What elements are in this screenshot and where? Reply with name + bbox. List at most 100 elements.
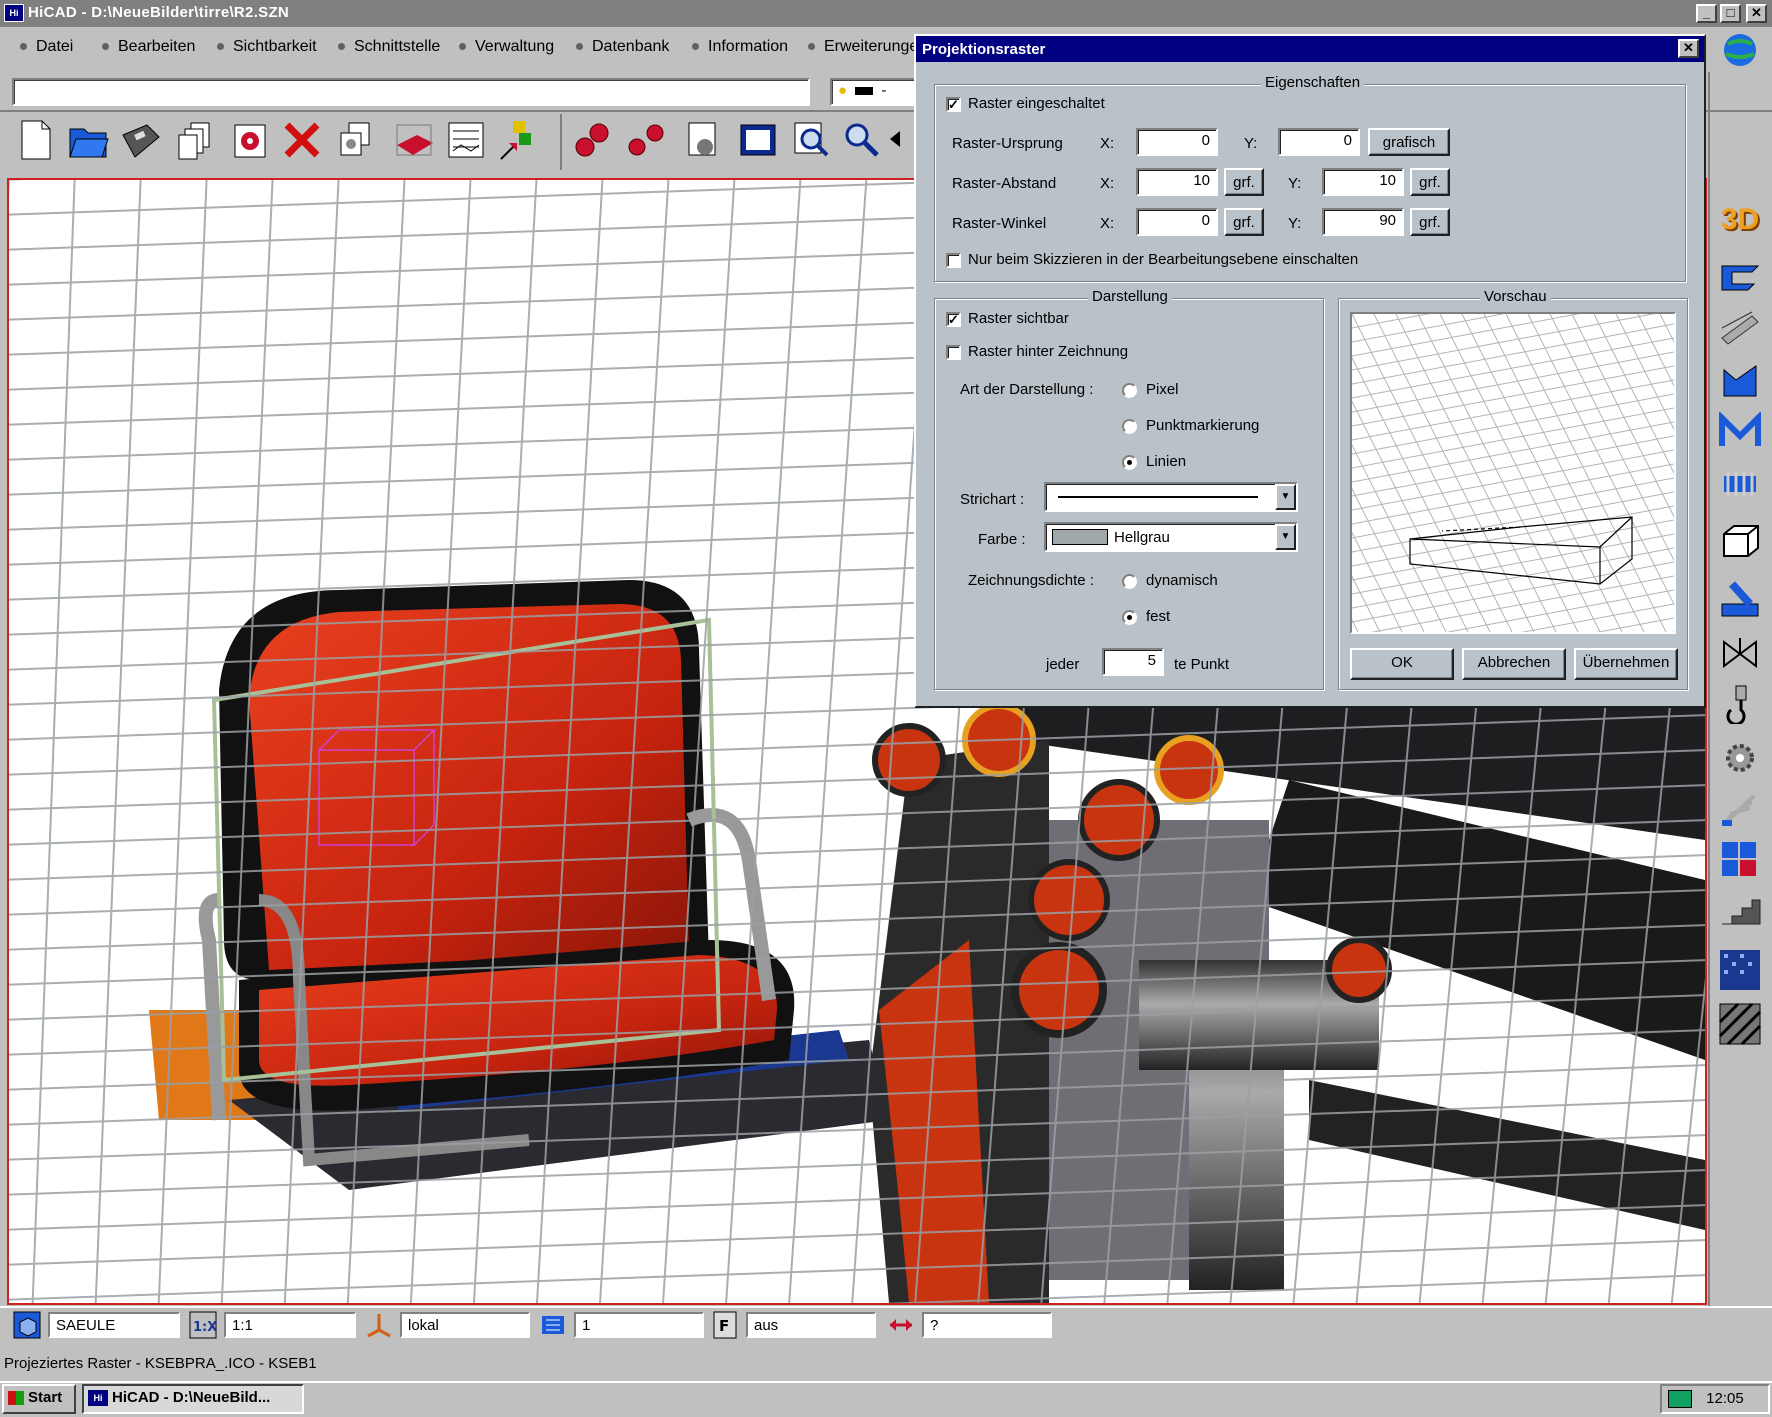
menu-information[interactable]: Information [692, 38, 788, 56]
vorschau-canvas [1350, 312, 1676, 634]
status-scale-field[interactable]: 1:1 [224, 1312, 356, 1338]
dialog-close-button[interactable]: ✕ [1678, 39, 1699, 58]
spring-icon[interactable] [1712, 460, 1768, 508]
hook-icon[interactable] [1712, 680, 1768, 728]
winkel-x-field[interactable]: 0 [1136, 208, 1218, 236]
dialog-title-bar[interactable]: Projektionsraster [916, 36, 1704, 62]
ursprung-x-field[interactable]: 0 [1136, 128, 1218, 156]
winkel-x-grf-button[interactable]: grf. [1224, 208, 1264, 236]
menu-erweiterungen[interactable]: Erweiterungen [808, 38, 927, 56]
save-disk-icon[interactable] [118, 117, 162, 163]
main-title-bar[interactable]: Hi HiCAD - D:\NeueBilder\tirre\R2.SZN _ … [0, 0, 1772, 27]
dimension-icon[interactable] [886, 1310, 916, 1340]
layer-combo[interactable]: ● - [830, 78, 920, 106]
restore-button[interactable]: □ [1720, 4, 1741, 23]
menu-datenbank[interactable]: Datenbank [576, 38, 669, 56]
sketch-only-checkbox[interactable] [946, 253, 961, 268]
select-arrow-icon[interactable] [496, 117, 540, 163]
gears-icon[interactable] [624, 117, 668, 163]
document-gear-icon[interactable] [682, 117, 726, 163]
menu-datei[interactable]: Datei [20, 38, 73, 56]
taskbar-hicad-button[interactable]: Hi HiCAD - D:\NeueBild... [82, 1384, 304, 1414]
gear-icon[interactable] [1712, 734, 1768, 782]
abstand-x-grf-button[interactable]: grf. [1224, 168, 1264, 196]
3d-icon[interactable]: 3D [1712, 196, 1768, 244]
pipe-icon[interactable] [1712, 576, 1768, 624]
scale-icon[interactable]: 1:X [188, 1310, 218, 1340]
chevron-down-icon[interactable]: ▼ [1275, 524, 1296, 550]
copy-pages-icon[interactable] [176, 117, 220, 163]
farbe-select[interactable]: Hellgrau ▼ [1044, 522, 1298, 552]
layer-icon[interactable] [538, 1310, 568, 1340]
close-button[interactable]: ✕ [1746, 4, 1767, 23]
solid-icon[interactable] [392, 117, 436, 163]
coordinate-system-icon[interactable] [364, 1310, 394, 1340]
uebernehmen-button[interactable]: Übernehmen [1574, 648, 1678, 680]
beam-icon[interactable] [1712, 252, 1768, 300]
winkel-y-grf-button[interactable]: grf. [1410, 208, 1450, 236]
menu-bearbeiten[interactable]: Bearbeiten [102, 38, 195, 56]
radio-fest[interactable] [1122, 610, 1137, 625]
radio-pixel[interactable] [1122, 383, 1137, 398]
dialog-title: Projektionsraster [922, 41, 1046, 58]
winkel-y-field[interactable]: 90 [1322, 208, 1404, 236]
raster-behind-checkbox[interactable] [946, 345, 961, 360]
status-fix-field[interactable]: aus [746, 1312, 876, 1338]
delete-icon[interactable] [280, 117, 324, 163]
command-input[interactable] [12, 78, 810, 106]
stairs-icon[interactable] [1712, 884, 1768, 932]
menu-sichtbarkeit[interactable]: Sichtbarkeit [217, 38, 317, 56]
profile-icon[interactable] [1712, 304, 1768, 352]
abstand-x-field[interactable]: 10 [1136, 168, 1218, 196]
ok-button[interactable]: OK [1350, 648, 1454, 680]
ursprung-y-field[interactable]: 0 [1278, 128, 1360, 156]
zoom-icon[interactable] [840, 117, 884, 163]
sheet-metal-icon[interactable] [1712, 356, 1768, 404]
open-folder-icon[interactable] [66, 117, 110, 163]
part-icon[interactable] [228, 117, 272, 163]
raster-on-checkbox[interactable]: ✓ [946, 97, 961, 112]
status-coordinate-field[interactable]: lokal [400, 1312, 530, 1338]
cubes-icon[interactable] [1712, 834, 1768, 882]
copy-parts-icon[interactable] [334, 117, 378, 163]
grafisch-button[interactable]: grafisch [1368, 128, 1450, 156]
gear-red-icon[interactable] [570, 117, 614, 163]
fan-icon[interactable] [1712, 784, 1768, 832]
hatch-icon[interactable] [1712, 1000, 1768, 1048]
hicad-icon: Hi [88, 1390, 108, 1407]
farbe-label: Farbe : [978, 531, 1026, 548]
globe-icon[interactable] [1708, 28, 1772, 72]
darstellung-label: Darstellung [1088, 288, 1172, 305]
arrow-icon[interactable] [886, 117, 910, 163]
radio-linien[interactable] [1122, 455, 1137, 470]
abstand-y-field[interactable]: 10 [1322, 168, 1404, 196]
start-button[interactable]: Start [2, 1384, 76, 1414]
minimize-button[interactable]: _ [1696, 4, 1717, 23]
status-dimension-field[interactable]: ? [922, 1312, 1052, 1338]
valve-icon[interactable] [1712, 630, 1768, 678]
fix-icon[interactable]: F [710, 1310, 740, 1340]
box-icon[interactable] [1712, 516, 1768, 564]
menu-verwaltung[interactable]: Verwaltung [459, 38, 554, 56]
menu-schnittstelle[interactable]: Schnittstelle [338, 38, 440, 56]
zoom-window-icon[interactable] [736, 117, 780, 163]
radio-punktmarkierung[interactable] [1122, 419, 1137, 434]
status-part-field[interactable]: SAEULE [48, 1312, 180, 1338]
abbrechen-button[interactable]: Abbrechen [1462, 648, 1566, 680]
radio-dynamisch[interactable] [1122, 574, 1137, 589]
m-profile-icon[interactable] [1712, 408, 1768, 456]
texture-icon[interactable] [1712, 946, 1768, 994]
chevron-down-icon[interactable]: ▼ [1275, 484, 1296, 510]
jeder-field[interactable]: 5 [1102, 648, 1164, 676]
abstand-y-grf-button[interactable]: grf. [1410, 168, 1450, 196]
zoom-area-icon[interactable] [790, 117, 834, 163]
structure-icon[interactable] [444, 117, 488, 163]
color-swatch [1052, 529, 1108, 545]
new-file-icon[interactable] [14, 117, 58, 163]
part-status-icon[interactable] [12, 1310, 42, 1340]
status-layer-field[interactable]: 1 [574, 1312, 704, 1338]
raster-visible-checkbox[interactable]: ✓ [946, 312, 961, 327]
network-icon[interactable] [1668, 1390, 1692, 1409]
ursprung-y-label: Y: [1244, 135, 1258, 152]
strichart-select[interactable]: ▼ [1044, 482, 1298, 512]
